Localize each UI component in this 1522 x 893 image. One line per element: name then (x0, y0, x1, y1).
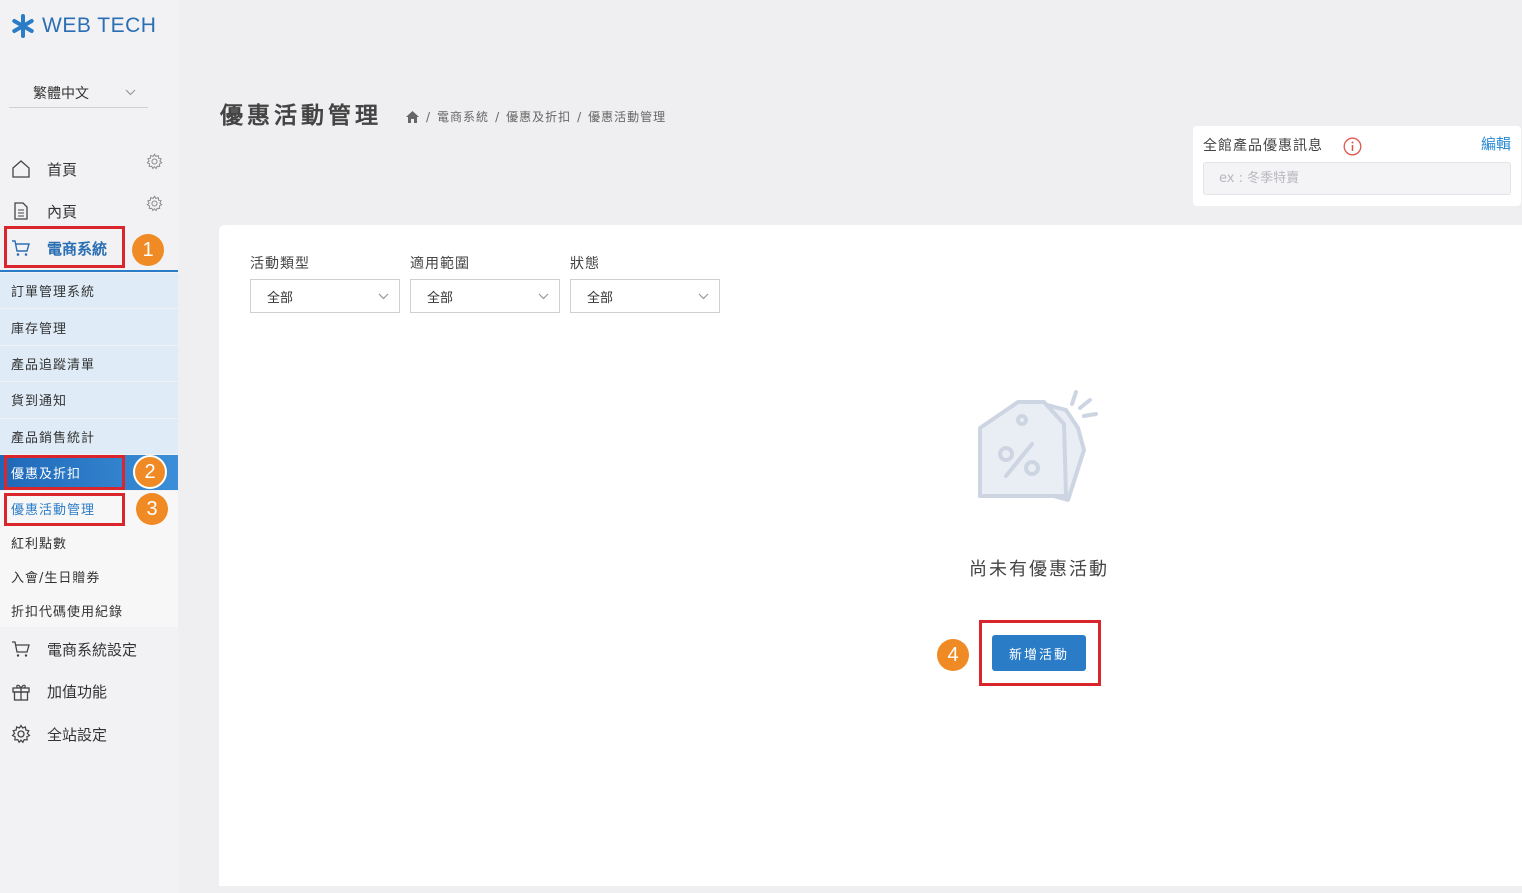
discount-tag-icon (978, 390, 1098, 502)
logo-text: WEB TECH (42, 14, 157, 37)
cart-outline-icon (11, 639, 31, 659)
nav-addons-label: 加值功能 (47, 683, 108, 702)
chevron-down-icon (378, 293, 389, 299)
chevron-down-icon (538, 293, 549, 299)
activity-type-value: 全部 (267, 290, 294, 306)
breadcrumb-separator: / (577, 109, 583, 124)
highlight-box-add-activity (979, 620, 1101, 686)
activity-type-select[interactable]: 全部 (250, 279, 400, 313)
step-badge-1: 1 (132, 234, 164, 266)
document-icon (11, 201, 31, 221)
filter-status-label: 狀態 (570, 256, 600, 272)
empty-state-message: 尚未有優惠活動 (969, 559, 1109, 580)
nav-home-label: 首頁 (47, 160, 78, 179)
scope-select[interactable]: 全部 (410, 279, 560, 313)
filter-scope: 適用範圍 全部 (410, 253, 560, 313)
step-badge-2: 2 (133, 455, 167, 489)
home-settings-gear-icon[interactable] (146, 153, 163, 170)
scope-value: 全部 (427, 290, 454, 306)
highlight-box-ecommerce (4, 226, 125, 268)
page-title: 優惠活動管理 (220, 103, 382, 129)
home-icon[interactable] (405, 110, 420, 124)
highlight-box-promo-management (4, 493, 125, 526)
promo-message-input[interactable] (1203, 162, 1511, 195)
step-badge-3: 3 (136, 493, 168, 525)
chevron-down-icon (125, 89, 136, 96)
nav-ecommerce-settings-label: 電商系統設定 (47, 640, 138, 659)
subsubmenu-member-birthday-coupons[interactable]: 入會/生日贈券 (0, 559, 178, 593)
submenu-inventory[interactable]: 庫存管理 (0, 309, 178, 346)
highlight-box-discounts (4, 455, 125, 490)
subsubmenu-bonus-points[interactable]: 紅利點數 (0, 525, 178, 559)
nav-site-settings-label: 全站設定 (47, 725, 108, 744)
language-selected: 繁體中文 (33, 85, 89, 102)
nav-home[interactable]: 首頁 (0, 148, 178, 190)
language-select[interactable]: 繁體中文 (9, 78, 148, 108)
logo[interactable]: WEB TECH (10, 12, 156, 40)
gear-icon (11, 724, 31, 744)
breadcrumb-item-ecommerce[interactable]: 電商系統 (437, 108, 489, 125)
breadcrumb-item-discounts[interactable]: 優惠及折扣 (506, 108, 571, 125)
breadcrumb-separator: / (426, 109, 432, 124)
subsubmenu-discount-code-log[interactable]: 折扣代碼使用紀錄 (0, 593, 178, 627)
promo-edit-link[interactable]: 編輯 (1481, 133, 1511, 154)
submenu-order-management[interactable]: 訂單管理系統 (0, 273, 178, 310)
filter-status: 狀態 全部 (570, 253, 720, 313)
sidebar: WEB TECH 繁體中文 首頁 內頁 電商系統 訂單管理系統 庫存管理 產品追… (0, 0, 178, 893)
nav-ecommerce-settings[interactable]: 電商系統設定 (0, 628, 178, 671)
filter-activity-type-label: 活動類型 (250, 256, 310, 272)
promo-label: 全館產品優惠訊息 (1203, 138, 1323, 154)
home-outline-icon (11, 159, 31, 179)
info-icon[interactable] (1343, 137, 1362, 156)
chevron-down-icon (698, 293, 709, 299)
filter-scope-label: 適用範圍 (410, 256, 470, 272)
status-value: 全部 (587, 290, 614, 306)
breadcrumb-item-current: 優惠活動管理 (588, 110, 667, 124)
filter-activity-type: 活動類型 全部 (250, 253, 400, 313)
step-badge-4: 4 (937, 639, 969, 671)
logo-snowflake-icon (12, 14, 34, 38)
nav-site-settings[interactable]: 全站設定 (0, 713, 178, 756)
nav-addons[interactable]: 加值功能 (0, 671, 178, 714)
nav-inner-label: 內頁 (47, 202, 78, 221)
submenu-sales-stats[interactable]: 產品銷售統計 (0, 418, 178, 455)
inner-settings-gear-icon[interactable] (146, 195, 163, 212)
main-panel: 活動類型 全部 適用範圍 全部 狀態 全部 尚未有優惠活動 新增活動 (219, 225, 1522, 886)
gift-icon (11, 682, 31, 702)
breadcrumb: / 電商系統 / 優惠及折扣 / 優惠活動管理 (405, 108, 666, 125)
breadcrumb-separator: / (495, 109, 501, 124)
submenu-arrival-notice[interactable]: 貨到通知 (0, 382, 178, 419)
submenu-product-tracking[interactable]: 產品追蹤清單 (0, 345, 178, 383)
status-select[interactable]: 全部 (570, 279, 720, 313)
storewide-promo-box: 全館產品優惠訊息 編輯 (1193, 126, 1521, 206)
